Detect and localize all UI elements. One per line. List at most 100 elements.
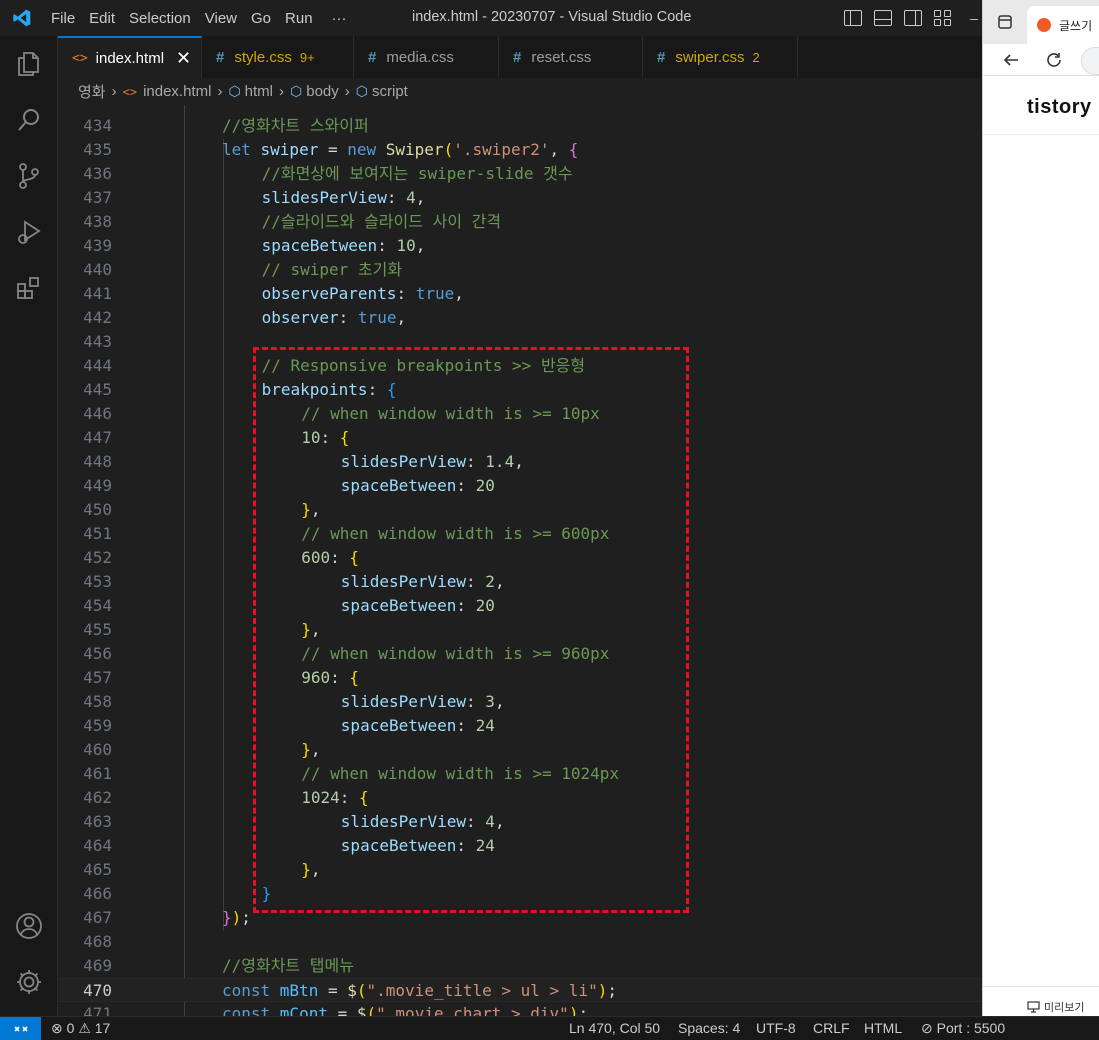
chevron-right-icon: › — [279, 83, 285, 100]
breadcrumb-folder[interactable]: 영화 — [78, 81, 106, 102]
code-line[interactable]: 434 //영화차트 스와이퍼 — [58, 114, 982, 138]
encoding-status[interactable]: UTF-8 — [756, 1020, 796, 1036]
explorer-icon[interactable] — [0, 36, 58, 92]
menu-selection[interactable]: Selection — [122, 10, 198, 27]
code-line[interactable]: 448 slidesPerView: 1.4, — [58, 450, 982, 474]
code-line[interactable]: 445 breakpoints: { — [58, 378, 982, 402]
code-line[interactable]: 464 spaceBetween: 24 — [58, 834, 982, 858]
code-line[interactable]: 442 observer: true, — [58, 306, 982, 330]
code-line[interactable]: 456 // when window width is >= 960px — [58, 642, 982, 666]
code-line[interactable]: 471 const mCont = $(".movie_chart > div")… — [58, 1002, 982, 1016]
code-line[interactable]: 451 // when window width is >= 600px — [58, 522, 982, 546]
menu-view[interactable]: View — [198, 10, 244, 27]
eol-status[interactable]: CRLF — [813, 1020, 850, 1036]
indentation-status[interactable]: Spaces: 4 — [678, 1020, 740, 1036]
code-token: 960 — [301, 668, 331, 687]
code-line[interactable]: 446 // when window width is >= 10px — [58, 402, 982, 426]
code-token: slidesPerView — [261, 188, 387, 207]
run-debug-icon[interactable] — [0, 204, 58, 260]
code-editor[interactable]: 434//영화차트 스와이퍼 435 let swiper = new Swiper… — [58, 105, 982, 1016]
tab-swiper-css[interactable]: # swiper.css 2 — [643, 36, 798, 78]
menu-more[interactable]: ··· — [320, 10, 359, 27]
remote-indicator-icon[interactable] — [0, 1017, 41, 1040]
code-token: , — [494, 692, 505, 711]
tistory-favicon-icon — [1037, 18, 1051, 32]
code-line[interactable]: 449 spaceBetween: 20 — [58, 474, 982, 498]
code-line[interactable]: 468 — [58, 930, 982, 954]
code-line[interactable]: 435 let swiper = new Swiper('.swiper2', { — [58, 138, 982, 162]
code-line[interactable]: 461 // when window width is >= 1024px — [58, 762, 982, 786]
close-icon[interactable]: ✕ — [176, 48, 191, 69]
menu-run[interactable]: Run — [278, 10, 320, 27]
tab-reset-css[interactable]: # reset.css — [499, 36, 643, 78]
breadcrumb-symbol-body[interactable]: body — [306, 83, 339, 100]
code-text: slidesPerView: 3, — [341, 690, 505, 714]
source-control-icon[interactable] — [0, 148, 58, 204]
code-line[interactable]: 443 — [58, 330, 982, 354]
code-line[interactable]: 454 spaceBetween: 20 — [58, 594, 982, 618]
tab-label: index.html — [95, 49, 165, 67]
settings-gear-icon[interactable] — [0, 954, 58, 1010]
code-token: ".movie_title > ul > li" — [366, 981, 598, 1000]
code-line[interactable]: 465}, — [58, 858, 982, 882]
menu-edit[interactable]: Edit — [82, 10, 122, 27]
toggle-primary-sidebar-icon[interactable] — [844, 10, 863, 26]
extensions-icon[interactable] — [0, 260, 58, 316]
code-token: } — [301, 620, 311, 639]
tab-style-css[interactable]: # style.css 9+ — [202, 36, 354, 78]
toggle-panel-icon[interactable] — [874, 10, 893, 26]
language-mode[interactable]: HTML — [864, 1020, 902, 1036]
tab-actions-icon[interactable] — [997, 14, 1013, 30]
code-token: { — [339, 428, 350, 447]
code-token: , — [310, 740, 321, 759]
code-line[interactable]: 460}, — [58, 738, 982, 762]
line-number: 447 — [83, 428, 112, 447]
code-line[interactable]: 438 //슬라이드와 슬라이드 사이 간격 — [58, 210, 982, 234]
tab-media-css[interactable]: # media.css — [354, 36, 499, 78]
code-text: const mBtn = $(".movie_title > ul > li")… — [222, 979, 617, 1003]
code-token: , — [310, 860, 321, 879]
cursor-position[interactable]: Ln 470, Col 50 — [569, 1020, 660, 1036]
code-token: : — [320, 428, 340, 447]
code-line[interactable]: 452 600: { — [58, 546, 982, 570]
problems-status[interactable]: ⊗ 0 ⚠ 17 — [51, 1020, 110, 1037]
code-line[interactable]: 458 slidesPerView: 3, — [58, 690, 982, 714]
code-line[interactable]: 455}, — [58, 618, 982, 642]
refresh-icon[interactable] — [1045, 51, 1063, 69]
breadcrumb-symbol-html[interactable]: html — [245, 83, 273, 100]
code-line[interactable]: 436 //화면상에 보여지는 swiper-slide 갯수 — [58, 162, 982, 186]
address-bar[interactable] — [1081, 47, 1099, 75]
menu-file[interactable]: File — [44, 10, 82, 27]
code-line[interactable]: 470 const mBtn = $(".movie_title > ul > l… — [58, 978, 982, 1002]
customize-layout-icon[interactable] — [934, 10, 952, 26]
code-line[interactable]: 444 // Responsive breakpoints >> 반응형 — [58, 354, 982, 378]
code-line[interactable]: 450}, — [58, 498, 982, 522]
code-line[interactable]: 437 slidesPerView: 4, — [58, 186, 982, 210]
menu-go[interactable]: Go — [244, 10, 278, 27]
toggle-secondary-sidebar-icon[interactable] — [904, 10, 923, 26]
code-line[interactable]: 469 //영화차트 탭메뉴 — [58, 954, 982, 978]
code-line[interactable]: 440 // swiper 초기화 — [58, 258, 982, 282]
code-line[interactable]: 441 observeParents: true, — [58, 282, 982, 306]
code-line[interactable]: 463 slidesPerView: 4, — [58, 810, 982, 834]
code-token: const — [222, 981, 280, 1000]
live-server-port[interactable]: ⊘ Port : 5500 — [921, 1020, 1005, 1037]
breadcrumb-symbol-script[interactable]: script — [372, 83, 408, 100]
back-arrow-icon[interactable] — [1002, 51, 1020, 69]
code-line[interactable]: 459 spaceBetween: 24 — [58, 714, 982, 738]
code-line[interactable]: 466} — [58, 882, 982, 906]
tab-index-html[interactable]: <> index.html ✕ — [58, 36, 202, 78]
chevron-right-icon: › — [344, 83, 350, 100]
browser-tab[interactable]: 글쓰기 — [1027, 6, 1099, 44]
breadcrumb-file[interactable]: index.html — [143, 83, 211, 100]
minimize-icon[interactable]: – — [970, 10, 978, 26]
code-line[interactable]: 457 960: { — [58, 666, 982, 690]
code-line[interactable]: 467}); — [58, 906, 982, 930]
accounts-icon[interactable] — [0, 898, 58, 954]
code-text: }, — [301, 498, 320, 522]
code-line[interactable]: 439 spaceBetween: 10, — [58, 234, 982, 258]
code-line[interactable]: 462 1024: { — [58, 786, 982, 810]
search-icon[interactable] — [0, 92, 58, 148]
code-line[interactable]: 447 10: { — [58, 426, 982, 450]
code-line[interactable]: 453 slidesPerView: 2, — [58, 570, 982, 594]
